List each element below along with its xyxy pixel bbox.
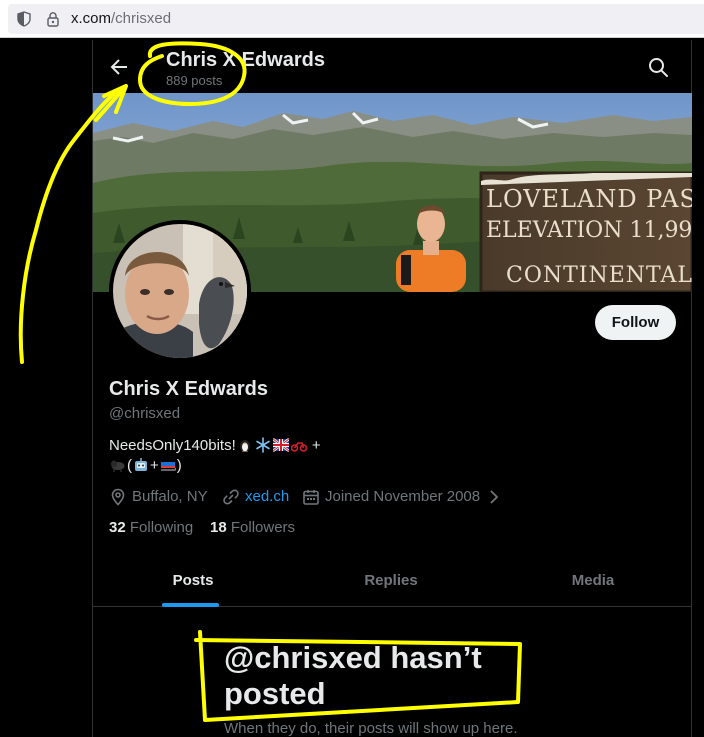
sign-text-2: ELEVATION 11,990 F (486, 218, 692, 243)
profile-handle: @chrisxed (109, 405, 181, 422)
profile-display-name: Chris X Edwards (109, 378, 268, 400)
header-name: Chris X Edwards (166, 49, 325, 71)
bison-emoji-icon (111, 460, 125, 472)
sign-text-1: LOVELAND PAS (486, 185, 692, 213)
tab-posts-label: Posts (172, 572, 214, 589)
profile-column: Chris X Edwards 889 posts LOVELAND PAS E… (92, 40, 692, 737)
url-path: /chrisxed (111, 10, 172, 27)
penguin-emoji-icon (239, 440, 250, 452)
bio-line-1: NeedsOnly140bits! + (109, 436, 409, 456)
header-post-count: 889 posts (166, 73, 223, 88)
follow-button[interactable]: Follow (595, 305, 676, 340)
browser-url-bar: x.com/chrisxed (0, 0, 704, 38)
tab-replies[interactable]: Replies (291, 554, 491, 607)
active-tab-indicator (162, 603, 219, 607)
sign-text-3: CONTINENTAL (506, 263, 692, 288)
bio-plus-1: + (311, 437, 321, 454)
bio-line-2: ( +) (109, 456, 409, 476)
back-arrow-icon[interactable] (107, 55, 131, 79)
following-count: 32 (109, 519, 126, 536)
url-text[interactable]: x.com/chrisxed (71, 10, 171, 28)
shield-icon[interactable] (16, 11, 32, 27)
tab-media[interactable]: Media (493, 554, 693, 607)
empty-state-title: @chrisxed hasn’t posted (224, 640, 482, 711)
profile-top-bar: Chris X Edwards 889 posts (93, 40, 692, 93)
following-stat[interactable]: 32 Following (109, 518, 193, 538)
search-icon[interactable] (646, 55, 670, 79)
tab-media-label: Media (571, 572, 615, 589)
following-label: Following (129, 519, 194, 536)
location-pin-icon (111, 488, 125, 506)
followers-stat[interactable]: 18 Followers (210, 518, 295, 538)
profile-avatar[interactable] (109, 220, 251, 362)
followers-label: Followers (230, 519, 296, 536)
profile-bio: NeedsOnly140bits! + ( +) (109, 436, 409, 476)
tab-posts[interactable]: Posts (93, 554, 293, 607)
bio-plus-2: + (150, 457, 159, 474)
calendar-icon (303, 490, 319, 505)
followers-count: 18 (210, 519, 227, 536)
chevron-right-icon[interactable] (485, 488, 503, 506)
profile-joined-date[interactable]: Joined November 2008 (325, 487, 480, 507)
url-host: x.com (71, 10, 112, 27)
profile-tabs: Posts Replies Media (93, 554, 692, 607)
snowflake-emoji-icon (255, 437, 270, 453)
lock-icon[interactable] (45, 11, 61, 27)
bio-text: NeedsOnly140bits! (109, 437, 236, 454)
tab-replies-label: Replies (364, 572, 418, 589)
bio-paren-close: ) (176, 457, 182, 474)
avatar-photo (113, 224, 247, 358)
sled-emoji-icon (160, 462, 176, 471)
bio-paren-open: ( (127, 457, 132, 474)
robot-emoji-icon (135, 458, 147, 471)
link-icon (223, 489, 239, 505)
empty-state-subtitle: When they do, their posts will show up h… (224, 720, 518, 737)
profile-location: Buffalo, NY (132, 488, 208, 505)
uk-flag-emoji-icon (272, 438, 289, 452)
motorcycle-emoji-icon (290, 442, 307, 452)
profile-website-link[interactable]: xed.ch (245, 487, 289, 507)
